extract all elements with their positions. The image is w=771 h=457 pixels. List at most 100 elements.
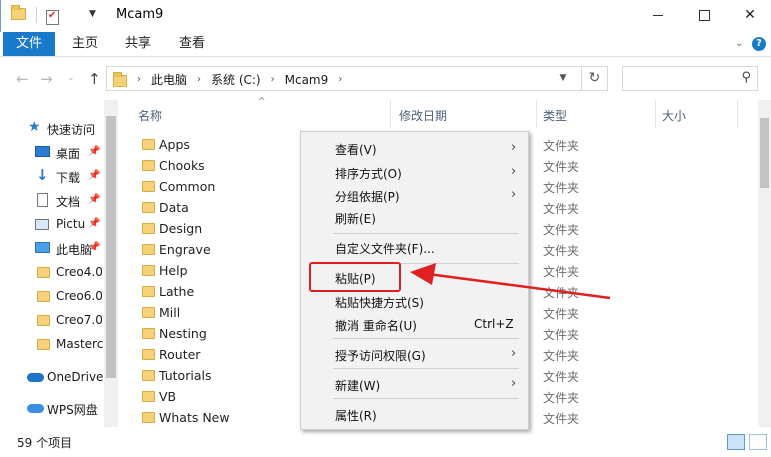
up-arrow-icon[interactable]: ↑ <box>88 70 101 88</box>
file-type: 文件夹 <box>543 370 580 384</box>
maximize-button[interactable] <box>681 0 727 30</box>
menu-item-label: 属性(R) <box>335 409 377 423</box>
menu-item-customize-folder[interactable]: 自定义文件夹(F)... <box>303 236 526 258</box>
chevron-right-icon: › <box>511 187 517 202</box>
nav-item-desktop[interactable]: 桌面 📌 <box>0 141 104 163</box>
search-icon: ⚲ <box>741 70 751 85</box>
navigation-pane: ★ 快速访问 桌面 📌 ↓ 下载 📌 文档 📌 Pictu 📌 此电脑 📌 Cr… <box>0 100 118 427</box>
nav-item-creo60[interactable]: Creo6.0 <box>0 285 104 307</box>
details-view-icon[interactable] <box>727 434 745 450</box>
nav-item-documents[interactable]: 文档 📌 <box>0 189 104 211</box>
file-type: 文件夹 <box>543 160 580 174</box>
file-name: VB <box>159 389 177 404</box>
address-row: ← → ⌄ ↑ › 此电脑 › 系统 (C:) › Mcam9 › ▼ ↻ ⚲ <box>0 58 771 100</box>
breadcrumb-system-drive[interactable]: 系统 (C:) <box>211 71 261 88</box>
menu-item-grant-access[interactable]: 授予访问权限(G) › <box>303 343 526 365</box>
column-header-name[interactable]: 名称 <box>138 107 162 124</box>
nav-item-downloads[interactable]: ↓ 下载 📌 <box>0 165 104 187</box>
menu-item-sort[interactable]: 排序方式(O) › <box>303 161 526 183</box>
menu-item-label: 刷新(E) <box>335 212 376 226</box>
nav-item-this-pc[interactable]: 此电脑 📌 <box>0 237 104 259</box>
back-arrow-icon[interactable]: ← <box>16 70 29 88</box>
forward-arrow-icon[interactable]: → <box>40 70 53 88</box>
address-bar[interactable]: › 此电脑 › 系统 (C:) › Mcam9 › <box>106 66 582 91</box>
refresh-button[interactable]: ↻ <box>582 66 608 91</box>
column-divider[interactable] <box>737 100 738 128</box>
expand-ribbon-icon[interactable]: ⌄ <box>735 38 743 49</box>
wps-cloud-icon <box>27 404 44 413</box>
menu-item-label: 查看(V) <box>335 143 377 157</box>
breadcrumb-this-pc[interactable]: 此电脑 <box>151 71 187 88</box>
column-divider[interactable] <box>536 100 537 128</box>
chevron-right-icon: › <box>197 74 202 85</box>
quick-access-dropdown-icon[interactable]: ▼ <box>89 9 96 19</box>
file-type: 文件夹 <box>543 412 580 426</box>
tab-home[interactable]: 主页 <box>63 32 107 56</box>
nav-item-mastercam[interactable]: Mastercam <box>0 333 104 355</box>
help-icon[interactable]: ? <box>752 37 766 51</box>
nav-item-creo70[interactable]: Creo7.0 <box>0 309 104 331</box>
file-name: Whats New <box>159 410 230 425</box>
column-header-type[interactable]: 类型 <box>543 107 567 124</box>
tab-share[interactable]: 共享 <box>116 32 160 56</box>
nav-item-label: 此电脑 <box>56 243 93 257</box>
folder-icon <box>113 72 127 87</box>
minimize-button[interactable] <box>635 0 681 30</box>
address-dropdown-icon[interactable]: ▼ <box>552 66 574 91</box>
menu-item-new[interactable]: 新建(W) › <box>303 373 526 395</box>
file-list-scrollbar[interactable] <box>758 100 771 427</box>
nav-scrollbar-thumb[interactable] <box>106 116 116 378</box>
file-name: Tutorials <box>159 368 212 383</box>
tab-view[interactable]: 查看 <box>170 32 214 56</box>
nav-item-label: Creo7.0 <box>56 313 103 327</box>
properties-icon[interactable] <box>46 10 59 25</box>
folder-icon <box>37 315 50 326</box>
folder-icon <box>11 5 26 20</box>
nav-item-quick-access[interactable]: ★ 快速访问 <box>0 117 104 139</box>
menu-item-view[interactable]: 查看(V) › <box>303 137 526 159</box>
file-type: 文件夹 <box>543 265 580 279</box>
nav-item-label: Pictu <box>56 217 86 231</box>
pin-icon: 📌 <box>88 242 101 253</box>
menu-item-undo-rename[interactable]: 撤消 重命名(U) Ctrl+Z <box>303 313 526 335</box>
ribbon-tabs: 文件 主页 共享 查看 ⌄ ? <box>0 32 771 57</box>
file-list-scrollbar-thumb[interactable] <box>760 118 769 188</box>
close-button[interactable]: ✕ <box>727 0 771 30</box>
folder-icon <box>142 160 155 171</box>
nav-item-wps-cloud[interactable]: WPS网盘 <box>0 397 104 419</box>
menu-item-label: 新建(W) <box>335 379 381 393</box>
menu-item-refresh[interactable]: 刷新(E) <box>303 206 526 228</box>
nav-item-creo40[interactable]: Creo4.0 <box>0 261 104 283</box>
file-name: Engrave <box>159 242 211 257</box>
column-divider[interactable] <box>390 100 391 128</box>
quick-access-separator <box>36 7 37 23</box>
folder-icon <box>142 244 155 255</box>
menu-item-group[interactable]: 分组依据(P) › <box>303 184 526 206</box>
nav-scrollbar[interactable] <box>104 100 118 427</box>
file-type: 文件夹 <box>543 391 580 405</box>
large-icons-view-icon[interactable] <box>749 434 767 450</box>
column-header-size[interactable]: 大小 <box>662 107 686 124</box>
search-input[interactable]: ⚲ <box>622 66 758 91</box>
tab-file[interactable]: 文件 <box>3 32 55 56</box>
menu-item-properties[interactable]: 属性(R) <box>303 403 526 425</box>
folder-icon <box>142 223 155 234</box>
nav-item-label: Creo6.0 <box>56 289 103 303</box>
download-icon: ↓ <box>36 166 49 184</box>
file-name: Router <box>159 347 201 362</box>
recent-locations-icon[interactable]: ⌄ <box>67 73 75 83</box>
menu-item-paste-shortcut[interactable]: 粘贴快捷方式(S) <box>303 290 526 312</box>
pin-icon: 📌 <box>88 218 101 229</box>
pin-icon: 📌 <box>88 146 101 157</box>
nav-item-onedrive[interactable]: OneDrive <box>0 366 104 388</box>
folder-icon <box>142 328 155 339</box>
folder-icon <box>142 391 155 402</box>
nav-item-pictures[interactable]: Pictu 📌 <box>0 213 104 235</box>
folder-icon <box>37 339 50 350</box>
pin-icon: 📌 <box>88 194 101 205</box>
column-divider[interactable] <box>655 100 656 128</box>
nav-item-label: 下载 <box>56 171 81 185</box>
column-header-modified[interactable]: 修改日期 <box>399 107 447 124</box>
breadcrumb-mcam9[interactable]: Mcam9 <box>285 73 329 87</box>
pictures-icon <box>35 219 49 230</box>
